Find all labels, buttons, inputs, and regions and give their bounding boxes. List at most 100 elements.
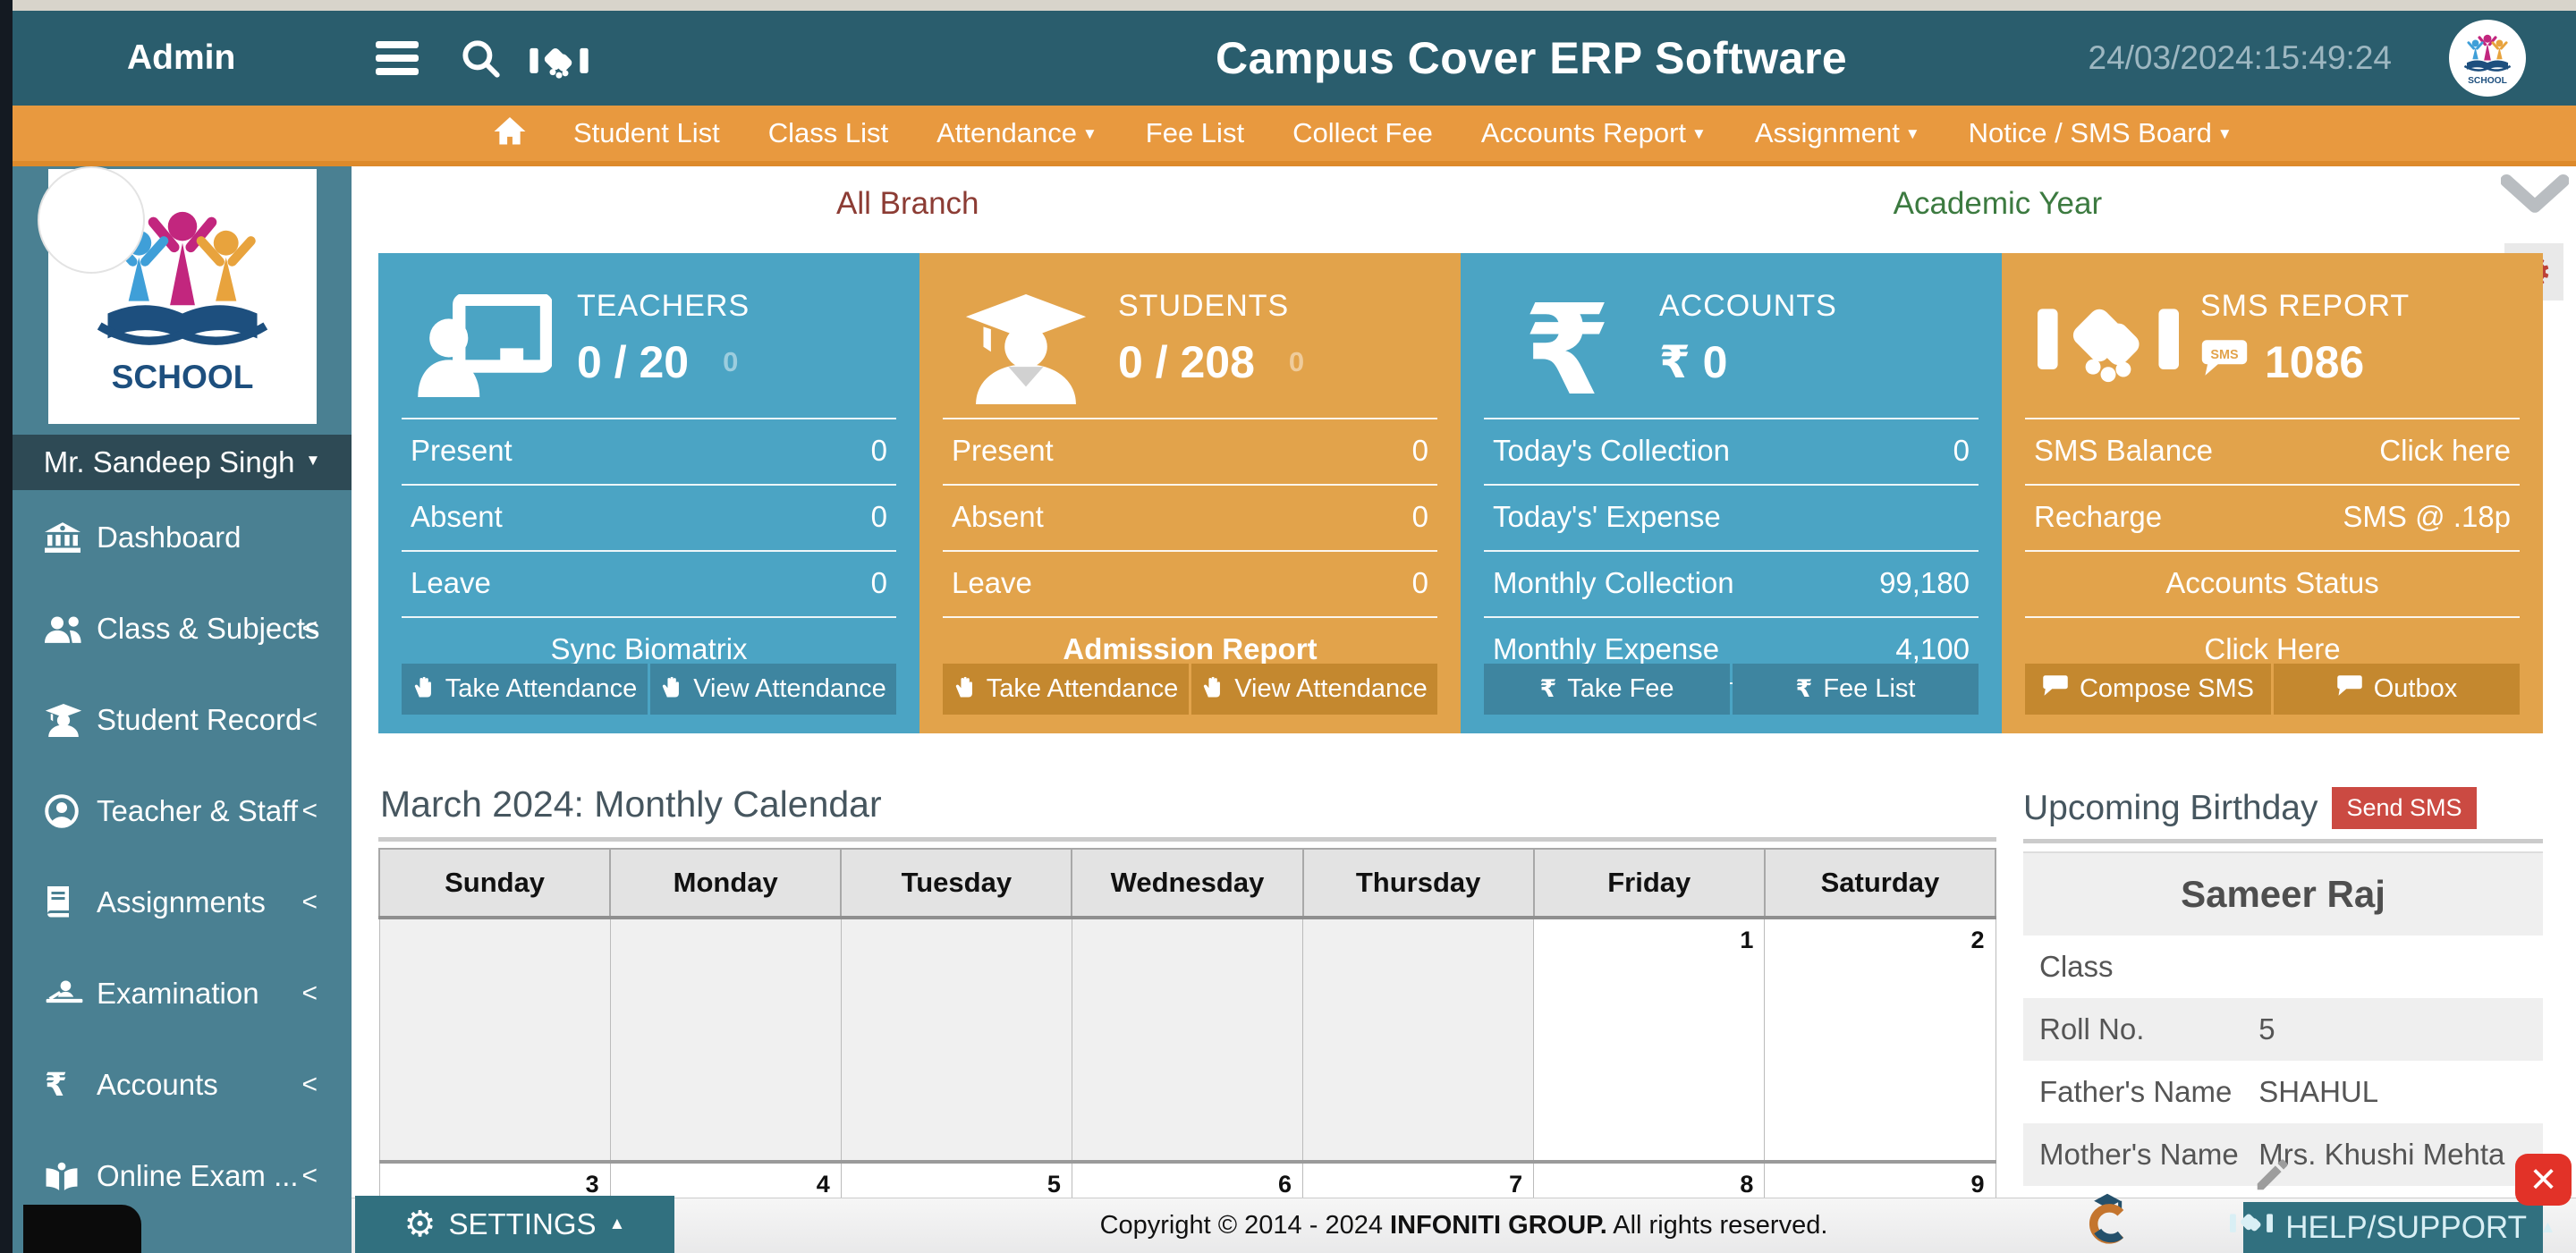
nav-home-button[interactable] [470,117,549,150]
hand-icon [412,673,435,706]
card-ghost-value: 0 [1289,346,1304,378]
bottom-left-popup-corner [23,1205,141,1253]
sidebar-item-label: Student Record [97,703,301,737]
nav-item-assignment[interactable]: Assignment▼ [1731,117,1945,149]
datetime-label: 24/03/2024:15:49:24 [2089,11,2393,106]
sidebar-user-menu[interactable]: Mr. Sandeep Singh ▼ [13,435,352,490]
sidebar-item-label: Class & Subjects [97,612,319,646]
card-row-recharge: RechargeSMS @ .18p [2025,484,2520,550]
caret-down-icon: ▼ [2217,125,2233,142]
card-accounts: ₹ACCOUNTS₹ 0Today's Collection0Today's' … [1461,253,2002,733]
sidebar-item-assignments[interactable]: Assignments< [13,857,352,948]
card-row-leave: Leave0 [943,550,1437,616]
weekday-tuesday: Tuesday [841,849,1072,918]
view-attendance-button[interactable]: View Attendance [1191,664,1437,715]
row-value: 0 [1412,566,1428,602]
calendar-cell-empty [610,918,841,1162]
avatar[interactable]: SCHOOL [2449,20,2526,97]
calendar-cell-2[interactable]: 2 [1765,918,1996,1162]
weekday-friday: Friday [1534,849,1765,918]
weekday-sunday: Sunday [379,849,610,918]
sidebar-item-class-subjects[interactable]: Class & Subjects< [13,583,352,674]
close-button[interactable]: ✕ [2515,1154,2572,1206]
window-left-edge [0,0,13,1253]
main-navbar: Student ListClass ListAttendance▼Fee Lis… [13,106,2576,166]
chat-icon [2336,674,2363,704]
person-icon [45,794,97,828]
nav-item-accounts-report[interactable]: Accounts Report▼ [1457,117,1731,149]
sidebar-item-accounts[interactable]: ₹Accounts< [13,1039,352,1130]
row-label: Present [411,434,513,470]
card-value: 0 / 200 [577,336,750,388]
row-label: SMS Balance [2034,434,2213,470]
birthday-row-father-s-name: Father's NameSHAHUL [2023,1061,2543,1123]
main-content: All Branch Academic Year ⚙ TEACHERS0 / 2… [352,166,2576,1253]
take-fee-button[interactable]: ₹Take Fee [1484,664,1730,715]
sidebar-item-teacher-staff[interactable]: Teacher & Staff< [13,766,352,857]
graduate-icon [955,294,1097,404]
nav-item-attendance[interactable]: Attendance▼ [912,117,1122,149]
rupee-icon: ₹ [1496,294,1638,407]
card-row-monthly-collection: Monthly Collection99,180 [1484,550,1979,616]
row-value: 0 [871,500,887,536]
exam-icon [45,979,97,1008]
sidebar-item-label: Online Exam ... [97,1159,299,1193]
weekday-thursday: Thursday [1303,849,1534,918]
calendar-cell-empty [379,918,610,1162]
fee-list-button[interactable]: ₹Fee List [1733,664,1979,715]
row-value[interactable]: Click here [2379,434,2511,470]
row-label: Today's' Expense [1493,500,1721,536]
view-attendance-button[interactable]: View Attendance [650,664,896,715]
rupee-side-icon: ₹ [45,1066,97,1104]
caret-down-icon: ▼ [1691,125,1707,142]
branch-filter[interactable]: All Branch [352,186,1464,222]
help-support-button[interactable]: HELP/SUPPORT ▲ [2243,1202,2543,1253]
weekday-monday: Monday [610,849,841,918]
window-top-strip [13,0,2576,11]
academic-year-filter[interactable]: Academic Year [1464,186,2532,222]
outbox-button[interactable]: Outbox [2274,664,2520,715]
sidebar-item-student-record[interactable]: Student Record< [13,674,352,766]
row-label: Father's Name [2039,1075,2258,1109]
take-attendance-button[interactable]: Take Attendance [402,664,648,715]
nav-item-collect-fee[interactable]: Collect Fee [1268,117,1457,149]
hamburger-menu-icon[interactable] [376,41,419,75]
logo-overlay-circle [38,166,145,274]
calendar-cell-empty [1072,918,1302,1162]
take-attendance-button[interactable]: Take Attendance [943,664,1189,715]
calendar-cell-1[interactable]: 1 [1534,918,1765,1162]
pencil-icon[interactable] [2252,1154,2293,1199]
calendar-divider [378,837,1996,842]
settings-button[interactable]: ⚙ SETTINGS ▲ [355,1196,674,1253]
monthly-calendar: SundayMondayTuesdayWednesdayThursdayFrid… [378,848,1996,1253]
avatar-logo-text: SCHOOL [2468,76,2507,86]
chevron-left-icon: < [301,978,318,1009]
row-label: Monthly Collection [1493,566,1734,602]
birthday-row-class: Class [2023,936,2543,998]
send-sms-badge[interactable]: Send SMS [2332,787,2476,829]
compose-sms-button[interactable]: Compose SMS [2025,664,2271,715]
stat-cards: TEACHERS0 / 200Present0Absent0Leave0Sync… [378,253,2543,733]
sidebar-item-dashboard[interactable]: Dashboard [13,492,352,583]
nav-item-class-list[interactable]: Class List [744,117,912,149]
caret-down-icon: ▼ [1082,125,1097,142]
collapse-chevron-icon[interactable] [2501,168,2569,226]
graduate-small-icon [45,704,97,737]
sidebar: SCHOOL Mr. Sandeep Singh ▼ DashboardClas… [13,166,352,1253]
card-row-leave: Leave0 [402,550,896,616]
sidebar-item-examination[interactable]: Examination< [13,948,352,1039]
bank-icon [45,522,97,553]
sms-bubble-icon: SMS [2200,336,2249,388]
nav-item-fee-list[interactable]: Fee List [1122,117,1268,149]
row-value: 0 [1412,500,1428,536]
nav-item-student-list[interactable]: Student List [549,117,744,149]
calendar-cell-empty [841,918,1072,1162]
row-value: Mrs. Khushi Mehta [2258,1138,2504,1172]
search-icon[interactable] [458,36,503,80]
handshake-icon [2230,1210,2273,1246]
caret-down-icon: ▼ [1905,125,1920,142]
handshake-icon[interactable] [530,43,589,85]
sidebar-user-name: Mr. Sandeep Singh [44,445,295,479]
birthday-student-name: Sameer Raj [2023,853,2543,936]
nav-item-notice-sms-board[interactable]: Notice / SMS Board▼ [1945,117,2257,149]
